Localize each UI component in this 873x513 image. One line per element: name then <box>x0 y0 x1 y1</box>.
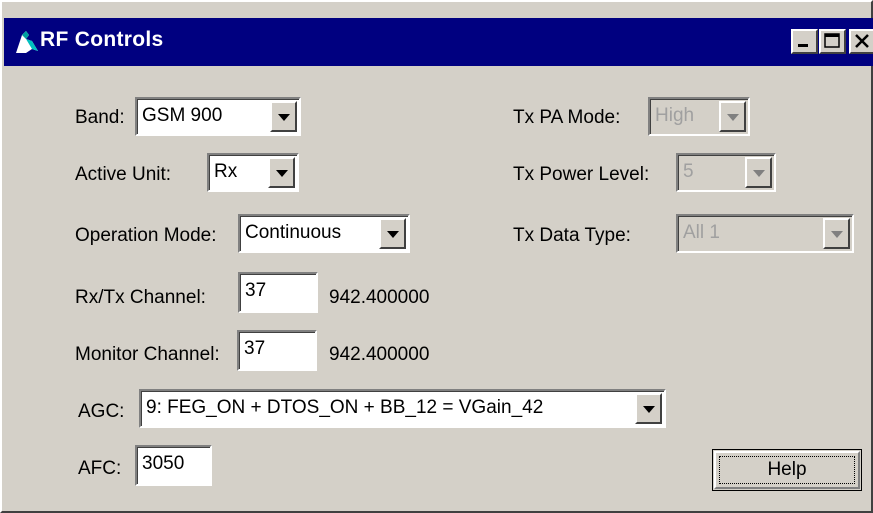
tx-data-type-label: Tx Data Type: <box>513 225 631 246</box>
band-select[interactable]: GSM 900 <box>135 97 301 136</box>
title-bar[interactable]: RF Controls <box>4 18 873 66</box>
rf-controls-window: RF Controls Band: GSM 900 Active Unit: R… <box>0 0 873 513</box>
operation-mode-label: Operation Mode: <box>75 225 217 246</box>
afc-input[interactable]: 3050 <box>135 445 212 486</box>
app-icon <box>16 31 38 53</box>
tx-pa-mode-value: High <box>655 105 695 126</box>
tx-power-level-dropdown-button[interactable] <box>745 157 772 188</box>
tx-pa-mode-label: Tx PA Mode: <box>513 107 621 128</box>
band-label: Band: <box>75 107 125 128</box>
active-unit-label: Active Unit: <box>75 164 172 185</box>
band-value: GSM 900 <box>142 105 223 126</box>
rxtx-channel-input[interactable]: 37 <box>238 272 318 313</box>
active-unit-value: Rx <box>214 161 238 182</box>
tx-pa-mode-dropdown-button[interactable] <box>719 101 746 132</box>
rxtx-channel-frequency: 942.400000 <box>329 287 430 308</box>
chevron-down-icon <box>386 230 399 238</box>
tx-data-type-value: All 1 <box>683 222 720 243</box>
operation-mode-dropdown-button[interactable] <box>379 218 406 249</box>
afc-label: AFC: <box>78 458 122 479</box>
tx-power-level-value: 5 <box>683 161 694 182</box>
tx-data-type-select[interactable]: All 1 <box>676 214 854 253</box>
help-button-label: Help <box>767 459 807 480</box>
maximize-icon <box>824 33 840 48</box>
chevron-down-icon <box>277 113 290 121</box>
monitor-channel-label: Monitor Channel: <box>75 344 220 365</box>
minimize-button[interactable] <box>791 29 818 54</box>
monitor-channel-frequency: 942.400000 <box>329 344 430 365</box>
rxtx-channel-label: Rx/Tx Channel: <box>75 287 206 308</box>
agc-select[interactable]: 9: FEG_ON + DTOS_ON + BB_12 = VGain_42 <box>139 389 666 428</box>
band-dropdown-button[interactable] <box>270 101 297 132</box>
help-button[interactable]: Help <box>712 449 862 491</box>
monitor-channel-input[interactable]: 37 <box>237 330 317 371</box>
agc-label: AGC: <box>78 401 125 422</box>
minimize-icon <box>798 44 808 47</box>
window-title: RF Controls <box>40 28 164 51</box>
operation-mode-value: Continuous <box>245 222 342 243</box>
chevron-down-icon <box>642 405 655 413</box>
close-icon <box>855 34 869 48</box>
agc-value: 9: FEG_ON + DTOS_ON + BB_12 = VGain_42 <box>146 397 544 418</box>
close-button[interactable] <box>849 29 873 54</box>
operation-mode-select[interactable]: Continuous <box>238 214 410 253</box>
chevron-down-icon <box>726 113 739 121</box>
active-unit-dropdown-button[interactable] <box>268 157 295 188</box>
tx-pa-mode-select[interactable]: High <box>648 97 750 136</box>
tx-data-type-dropdown-button[interactable] <box>823 218 850 249</box>
agc-dropdown-button[interactable] <box>635 393 662 424</box>
tx-power-level-label: Tx Power Level: <box>513 164 650 185</box>
active-unit-select[interactable]: Rx <box>207 153 299 192</box>
maximize-button[interactable] <box>819 29 846 54</box>
chevron-down-icon <box>830 230 843 238</box>
chevron-down-icon <box>752 169 765 177</box>
chevron-down-icon <box>275 169 288 177</box>
tx-power-level-select[interactable]: 5 <box>676 153 776 192</box>
